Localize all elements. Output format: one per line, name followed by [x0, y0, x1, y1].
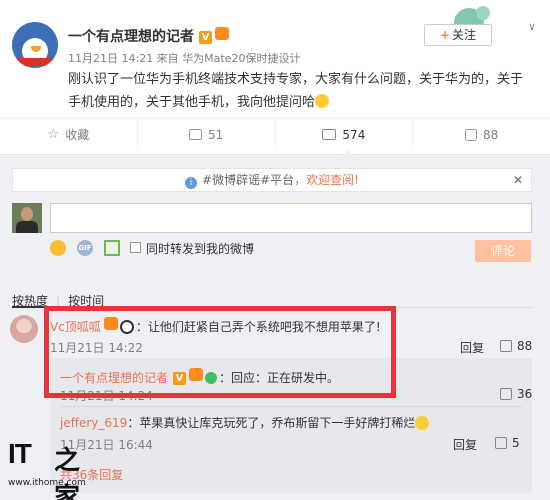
card-decoration-icon [450, 6, 494, 26]
reply-button[interactable]: 回复 [453, 436, 477, 453]
comment-input[interactable] [50, 203, 532, 233]
favorite-button[interactable]: ☆ 收藏 [0, 119, 138, 150]
ithome-watermark-logo: IT 之家 www.ithome.com [8, 438, 86, 500]
follow-button[interactable]: + 关注 [424, 24, 492, 46]
post-action-bar: ☆ 收藏 51 574 88 [0, 118, 550, 150]
image-upload-icon[interactable] [104, 240, 120, 256]
comment-button[interactable]: 574 [276, 119, 414, 150]
post-meta: 11月21日 14:21 来自 华为Mate20保时捷设计 [68, 52, 301, 65]
sub-reply-like-button[interactable]: 5 [495, 436, 520, 450]
current-user-avatar [12, 203, 42, 233]
like-button[interactable]: 88 [413, 119, 550, 150]
star-icon: ☆ [47, 127, 60, 142]
thumbs-up-icon [500, 340, 512, 352]
repost-icon [188, 129, 202, 140]
comment-like-button[interactable]: 88 [500, 339, 532, 353]
info-icon: i [185, 177, 198, 189]
repost-button[interactable]: 51 [138, 119, 276, 150]
thumbs-up-icon [500, 388, 512, 400]
post-text: 刚认识了一位华为手机终端技术支持专家，大家有什么问题，关于华为的，关于手机使用的… [68, 72, 524, 110]
thumbs-up-icon [495, 437, 507, 449]
plus-icon: + [439, 28, 451, 42]
sub-reply-text: jeffery_619：苹果真快让库克玩死了，乔布斯留下一手好牌打稀烂 [60, 414, 430, 431]
highlight-box [44, 306, 396, 398]
close-icon[interactable]: ✕ [513, 169, 523, 191]
submit-comment-button[interactable]: 评论 [475, 240, 531, 262]
sub-reply-divider [60, 406, 522, 407]
thumbs-up-icon [464, 128, 477, 141]
emoji-picker-icon[interactable] [50, 240, 66, 256]
verified-v-icon: V [199, 31, 212, 44]
sync-repost-label[interactable]: 同时转发到我的微博 [146, 240, 254, 257]
member-level-icon [215, 27, 229, 40]
gif-icon[interactable]: GIF [77, 240, 93, 256]
commenter-avatar[interactable] [10, 315, 38, 343]
sync-repost-checkbox[interactable] [130, 242, 141, 253]
author-name[interactable]: 一个有点理想的记者 V [68, 26, 229, 46]
sub-reply-user[interactable]: jeffery_619 [60, 416, 127, 430]
reply-button[interactable]: 回复 [460, 339, 484, 356]
sub-reply-like-button[interactable]: 36 [500, 387, 532, 401]
sort-active-indicator [12, 306, 48, 308]
active-tab-arrow [341, 150, 355, 157]
chevron-down-icon[interactable]: ∨ [528, 20, 536, 33]
comment-icon [322, 129, 337, 140]
rumor-notice-bar: i #微博辟谣#平台，欢迎查阅! ✕ [12, 168, 532, 192]
smile-emoji-icon [315, 94, 330, 108]
weibo-post-card: 一个有点理想的记者 V 11月21日 14:21 来自 华为Mate20保时捷设计… [0, 0, 550, 155]
crying-emoji-icon [415, 416, 430, 430]
author-avatar[interactable] [12, 22, 58, 68]
